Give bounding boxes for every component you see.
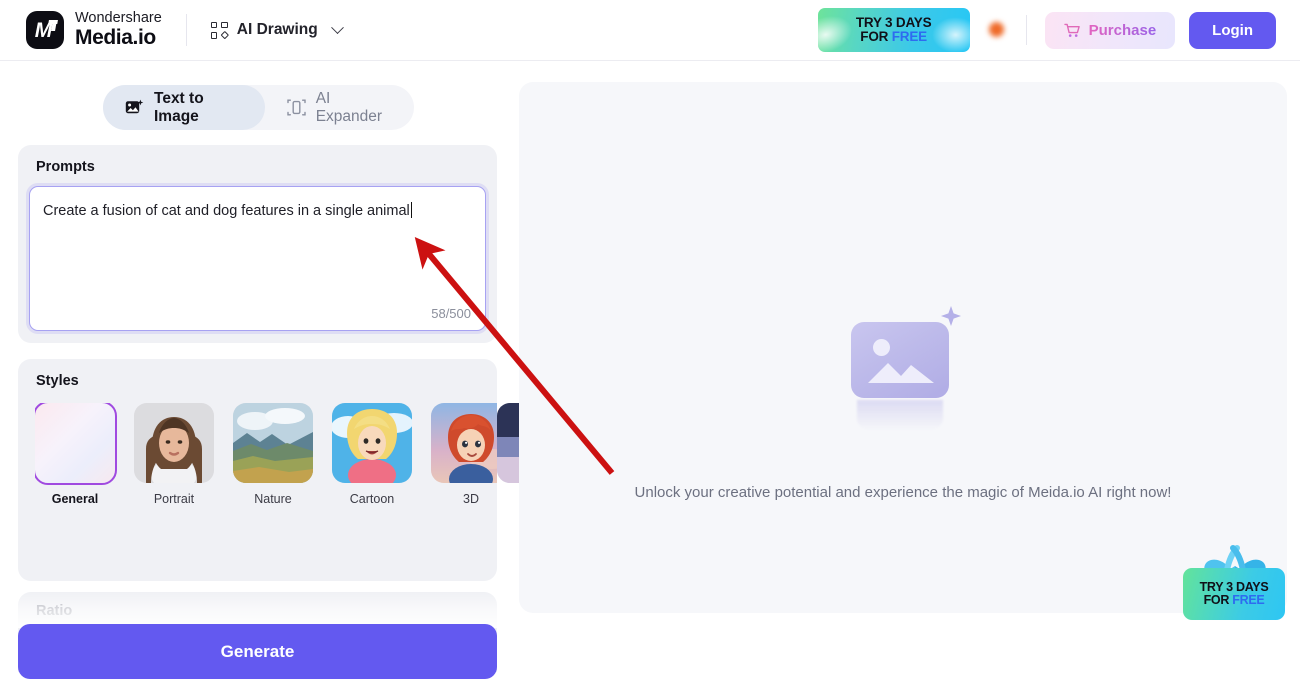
header-divider-2 [1025, 15, 1027, 45]
style-thumbnail-cartoon[interactable] [332, 403, 412, 483]
cart-icon [1063, 23, 1081, 38]
styles-thumbnail-list[interactable]: General Portrait Nature Cartoon 3D [35, 403, 497, 506]
styles-card: Styles General Portrait Nature Cartoon 3… [18, 359, 519, 581]
wondershare-m-logo-icon: M [26, 11, 64, 49]
style-item-cartoon[interactable]: Cartoon [332, 403, 412, 506]
promo-line-2: FOR FREE [860, 29, 927, 44]
promo-line-1: TRY 3 DAYS [855, 15, 932, 31]
sparkle-star-icon [941, 306, 961, 326]
style-thumbnail-portrait[interactable] [134, 403, 214, 483]
left-control-panel: Text to Image AI Expander Prompts Create… [0, 61, 519, 679]
prompt-input-text: Create a fusion of cat and dog features … [43, 202, 413, 219]
generate-button-label: Generate [220, 641, 295, 661]
purchase-button-label: Purchase [1088, 21, 1157, 39]
style-item-portrait[interactable]: Portrait [134, 403, 214, 506]
login-button-label: Login [1212, 21, 1253, 39]
image-sparkle-icon [125, 99, 144, 116]
styles-title: Styles [36, 373, 79, 389]
login-button[interactable]: Login [1189, 11, 1276, 49]
prompt-input[interactable]: Create a fusion of cat and dog features … [29, 186, 486, 331]
result-canvas-panel: Unlock your creative potential and exper… [519, 82, 1287, 613]
style-thumbnail-general[interactable] [35, 403, 117, 485]
generate-button[interactable]: Generate [18, 624, 497, 679]
header-divider [185, 14, 187, 46]
gift-free-highlight: FREE [1232, 593, 1265, 607]
prompts-title: Prompts [36, 159, 95, 175]
nav-ai-drawing[interactable]: AI Drawing [210, 20, 344, 40]
style-label-cartoon: Cartoon [349, 492, 395, 506]
style-thumbnail-3d[interactable] [431, 403, 497, 483]
style-label-3d: 3D [463, 492, 479, 506]
app-header: M Wondershare Media.io AI Drawing TRY 3 … [0, 0, 1300, 61]
tab-text-to-image-label: Text to Image [154, 89, 204, 125]
chevron-down-icon [330, 20, 344, 34]
nav-ai-drawing-label: AI Drawing [236, 21, 318, 38]
promo-free-highlight: FREE [891, 29, 927, 44]
expand-frame-icon [287, 98, 306, 117]
style-label-portrait: Portrait [153, 492, 195, 506]
style-item-nature[interactable]: Nature [233, 403, 313, 506]
char-counter: 58/500 [431, 306, 471, 321]
scroll-fade-overlay [18, 592, 497, 628]
tab-ai-expander[interactable]: AI Expander [265, 85, 414, 130]
style-item-3d[interactable]: 3D [431, 403, 497, 506]
grid-apps-icon [210, 21, 229, 40]
canvas-placeholder-message: Unlock your creative potential and exper… [634, 484, 1172, 501]
style-label-nature: Nature [254, 492, 292, 506]
purchase-button[interactable]: Purchase [1044, 11, 1176, 49]
style-label-general: General [51, 492, 99, 506]
mode-tab-group: Text to Image AI Expander [103, 85, 414, 130]
style-thumbnail-nature[interactable] [233, 403, 313, 483]
brand-name-top: Wondershare [75, 10, 162, 27]
tab-ai-expander-label: AI Expander [315, 89, 383, 125]
gift-promo-banner[interactable]: TRY 3 DAYS FOR FREE [1183, 540, 1285, 620]
prompts-card: Prompts Create a fusion of cat and dog f… [18, 145, 497, 343]
text-caret [410, 202, 413, 218]
tab-text-to-image[interactable]: Text to Image [103, 85, 265, 130]
gift-line-2: FOR FREE [1203, 593, 1265, 607]
image-placeholder-icon [843, 294, 963, 430]
orange-dot-icon[interactable] [984, 17, 1010, 43]
style-item-general[interactable]: General [35, 403, 117, 506]
style-thumbnail-partial[interactable] [497, 403, 519, 483]
brand-name-bottom: Media.io [75, 25, 156, 49]
header-promo-banner[interactable]: TRY 3 DAYS FOR FREE [817, 8, 970, 52]
brand-logo[interactable]: M Wondershare Media.io [26, 11, 162, 49]
